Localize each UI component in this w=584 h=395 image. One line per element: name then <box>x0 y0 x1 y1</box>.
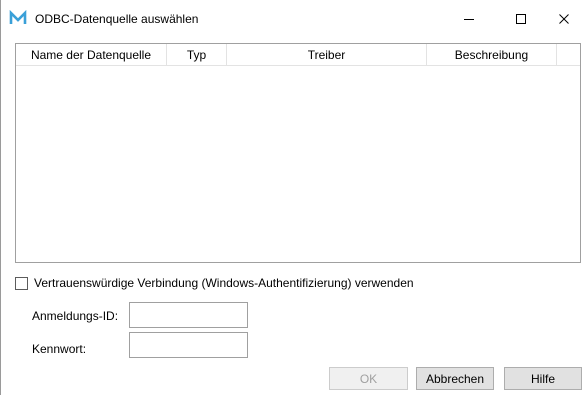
minimize-icon <box>464 19 474 20</box>
column-header-filler <box>557 44 580 65</box>
window-border <box>0 0 1 395</box>
column-header-name[interactable]: Name der Datenquelle <box>16 44 167 65</box>
ok-button[interactable]: OK <box>329 367 408 390</box>
datasource-list[interactable]: Name der Datenquelle Typ Treiber Beschre… <box>15 43 581 263</box>
column-header-driver[interactable]: Treiber <box>227 44 427 65</box>
trusted-connection-checkbox[interactable] <box>15 276 28 290</box>
odbc-dialog-window: ODBC-Datenquelle auswählen Name der Date… <box>0 0 584 395</box>
window-title: ODBC-Datenquelle auswählen <box>35 12 199 26</box>
password-label: Kennwort: <box>32 342 87 356</box>
maximize-button[interactable] <box>498 0 544 38</box>
trusted-connection-row[interactable]: Vertrauenswürdige Verbindung (Windows-Au… <box>15 275 414 291</box>
column-header-type[interactable]: Typ <box>167 44 227 65</box>
help-button[interactable]: Hilfe <box>504 367 582 390</box>
close-icon <box>559 14 569 24</box>
cancel-button[interactable]: Abbrechen <box>416 367 494 390</box>
title-bar[interactable]: ODBC-Datenquelle auswählen <box>0 0 584 38</box>
close-button[interactable] <box>544 0 584 38</box>
list-header: Name der Datenquelle Typ Treiber Beschre… <box>16 44 580 66</box>
column-header-description[interactable]: Beschreibung <box>427 44 557 65</box>
password-input[interactable] <box>129 332 248 358</box>
m-logo-icon <box>9 10 27 24</box>
login-id-input[interactable] <box>129 302 248 328</box>
maximize-icon <box>516 14 526 24</box>
trusted-connection-label[interactable]: Vertrauenswürdige Verbindung (Windows-Au… <box>34 276 414 290</box>
minimize-button[interactable] <box>446 0 492 38</box>
login-id-label: Anmeldungs-ID: <box>32 309 119 323</box>
